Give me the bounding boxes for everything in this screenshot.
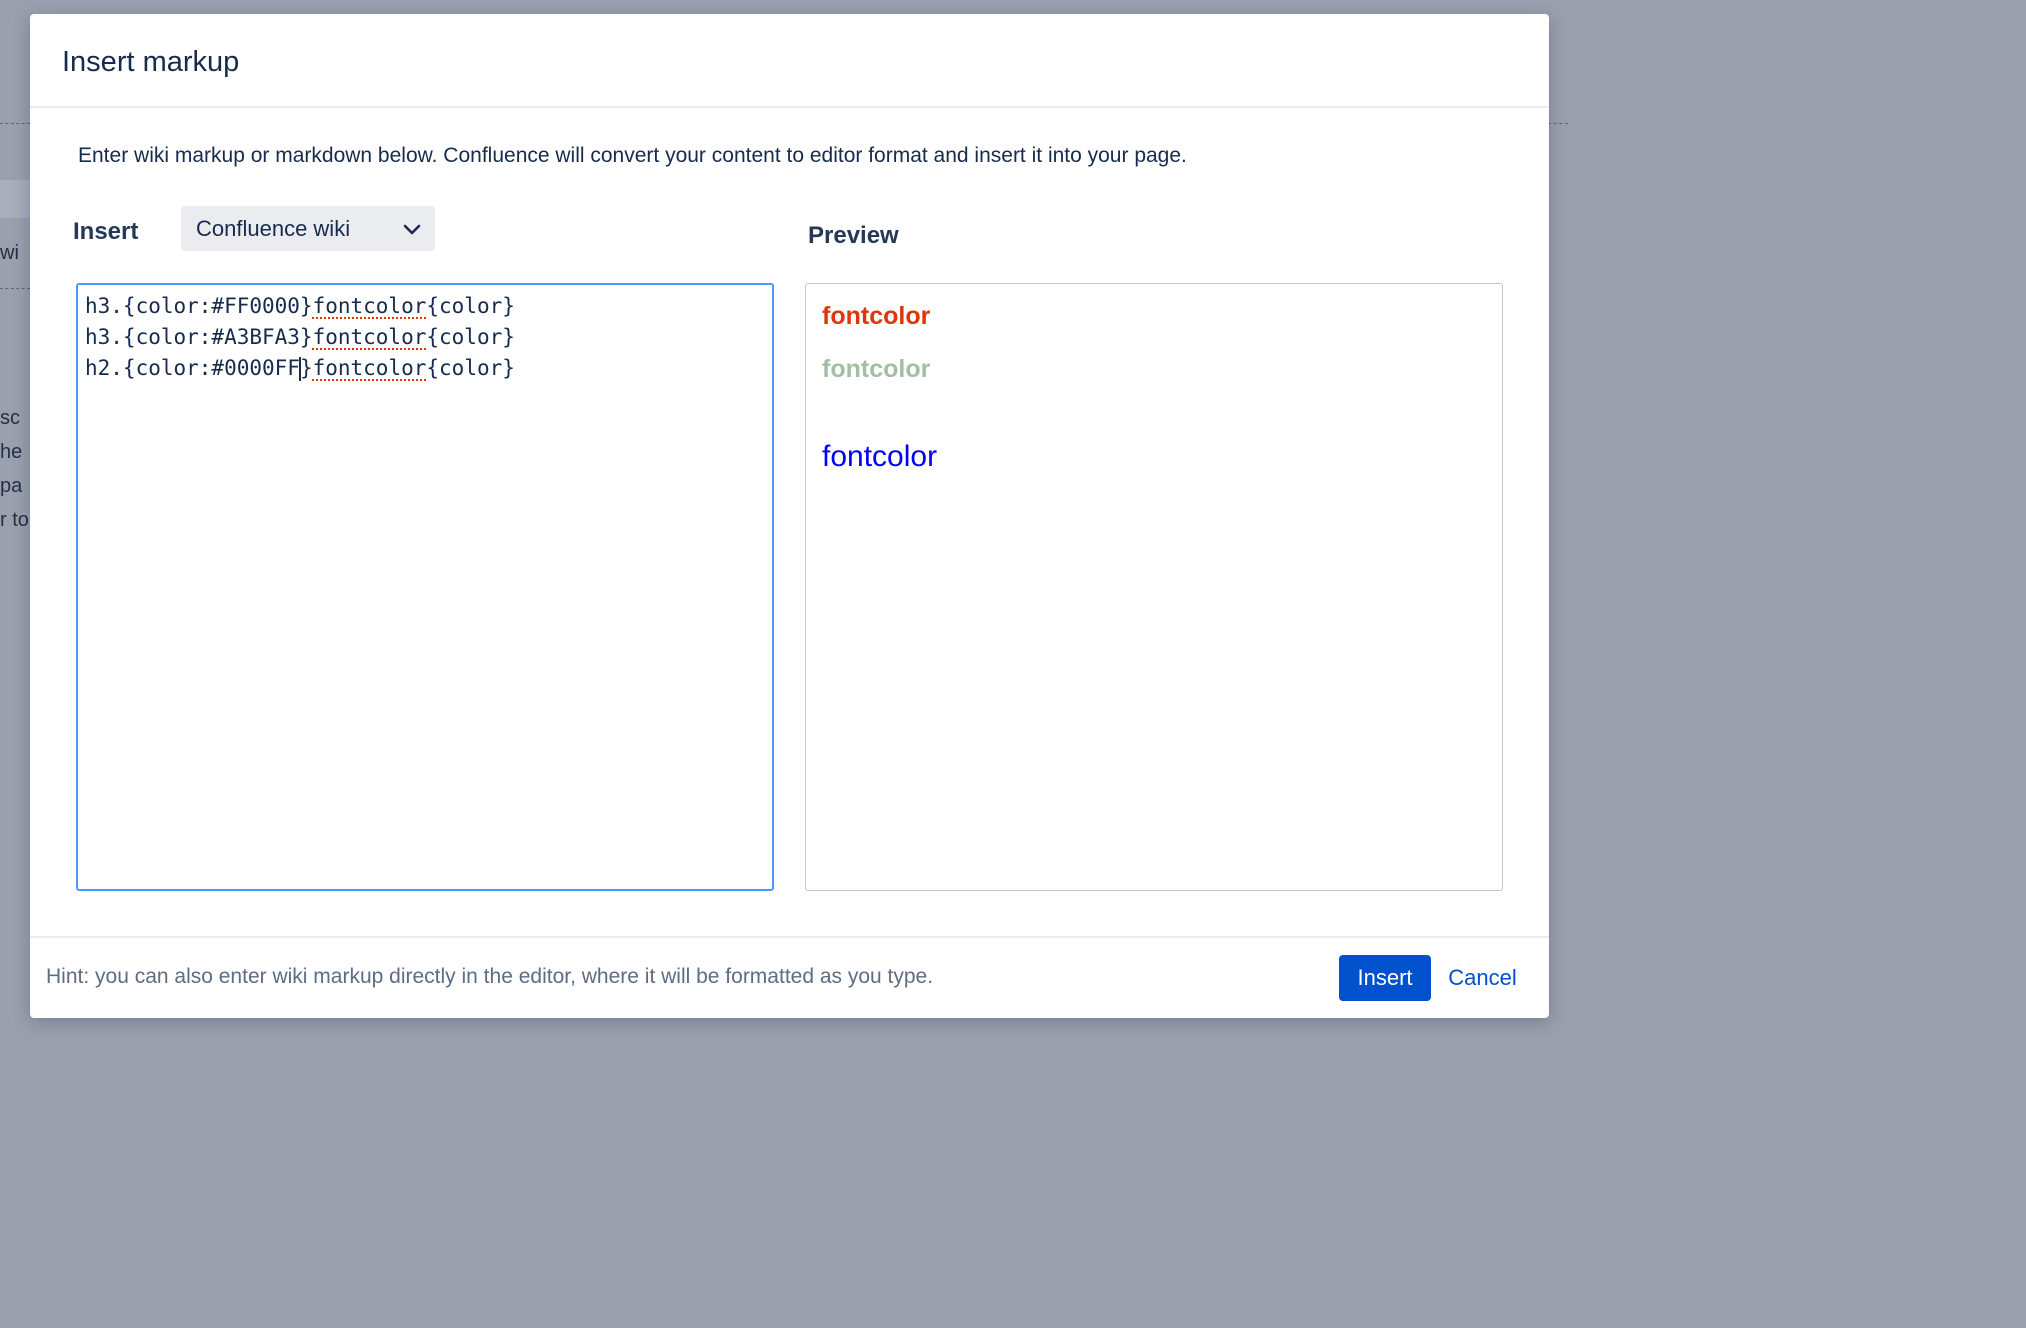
insert-format-label: Insert <box>73 218 139 245</box>
preview-heading-h3: fontcolor <box>822 302 931 330</box>
background-text: sc <box>0 407 20 429</box>
preview-heading-h2: fontcolor <box>822 440 938 473</box>
markup-format-select[interactable]: Confluence wiki <box>181 206 435 251</box>
markup-text: h3.{color:#FF0000} <box>85 294 313 318</box>
background-divider <box>0 123 30 124</box>
markup-format-value: Confluence wiki <box>196 216 351 241</box>
markup-line: h2.{color:#0000FF}fontcolor{color} <box>85 353 765 384</box>
markup-text: } <box>299 356 313 380</box>
insert-button[interactable]: Insert <box>1339 955 1431 1001</box>
dialog-header: Insert markup <box>30 14 1549 108</box>
markup-textarea[interactable]: h3.{color:#FF0000}fontcolor{color} h3.{c… <box>76 283 774 891</box>
background-text: pa <box>0 475 23 497</box>
markup-text: {color} <box>426 325 515 349</box>
spellcheck-word: fontcolor <box>312 294 427 318</box>
background-text: he <box>0 441 23 463</box>
markup-line: h3.{color:#A3BFA3}fontcolor{color} <box>85 322 765 353</box>
preview-label: Preview <box>808 222 899 249</box>
dialog-description: Enter wiki markup or markdown below. Con… <box>78 144 1187 167</box>
dialog-title: Insert markup <box>62 46 240 78</box>
background-text: wi <box>0 242 19 264</box>
dialog-footer: Hint: you can also enter wiki markup dir… <box>30 936 1549 1018</box>
cancel-button[interactable]: Cancel <box>1440 955 1525 1001</box>
background-toolbar <box>0 180 30 218</box>
markup-text: {color} <box>426 294 515 318</box>
chevron-down-icon <box>403 224 421 235</box>
background-divider <box>0 288 30 289</box>
markup-line: h3.{color:#FF0000}fontcolor{color} <box>85 291 765 322</box>
markup-text: h2.{color:#0000FF <box>85 356 300 380</box>
insert-markup-dialog: Insert markup Enter wiki markup or markd… <box>30 14 1549 1018</box>
preview-pane: fontcolor fontcolor fontcolor <box>805 283 1503 891</box>
spellcheck-word: fontcolor <box>312 356 427 380</box>
markup-text: {color} <box>426 356 515 380</box>
background-divider <box>1548 123 1568 124</box>
background-text: r to <box>0 509 29 531</box>
preview-heading-h3: fontcolor <box>822 355 931 383</box>
markup-text: h3.{color:#A3BFA3} <box>85 325 313 349</box>
hint-text: Hint: you can also enter wiki markup dir… <box>46 965 934 988</box>
spellcheck-word: fontcolor <box>312 325 427 349</box>
